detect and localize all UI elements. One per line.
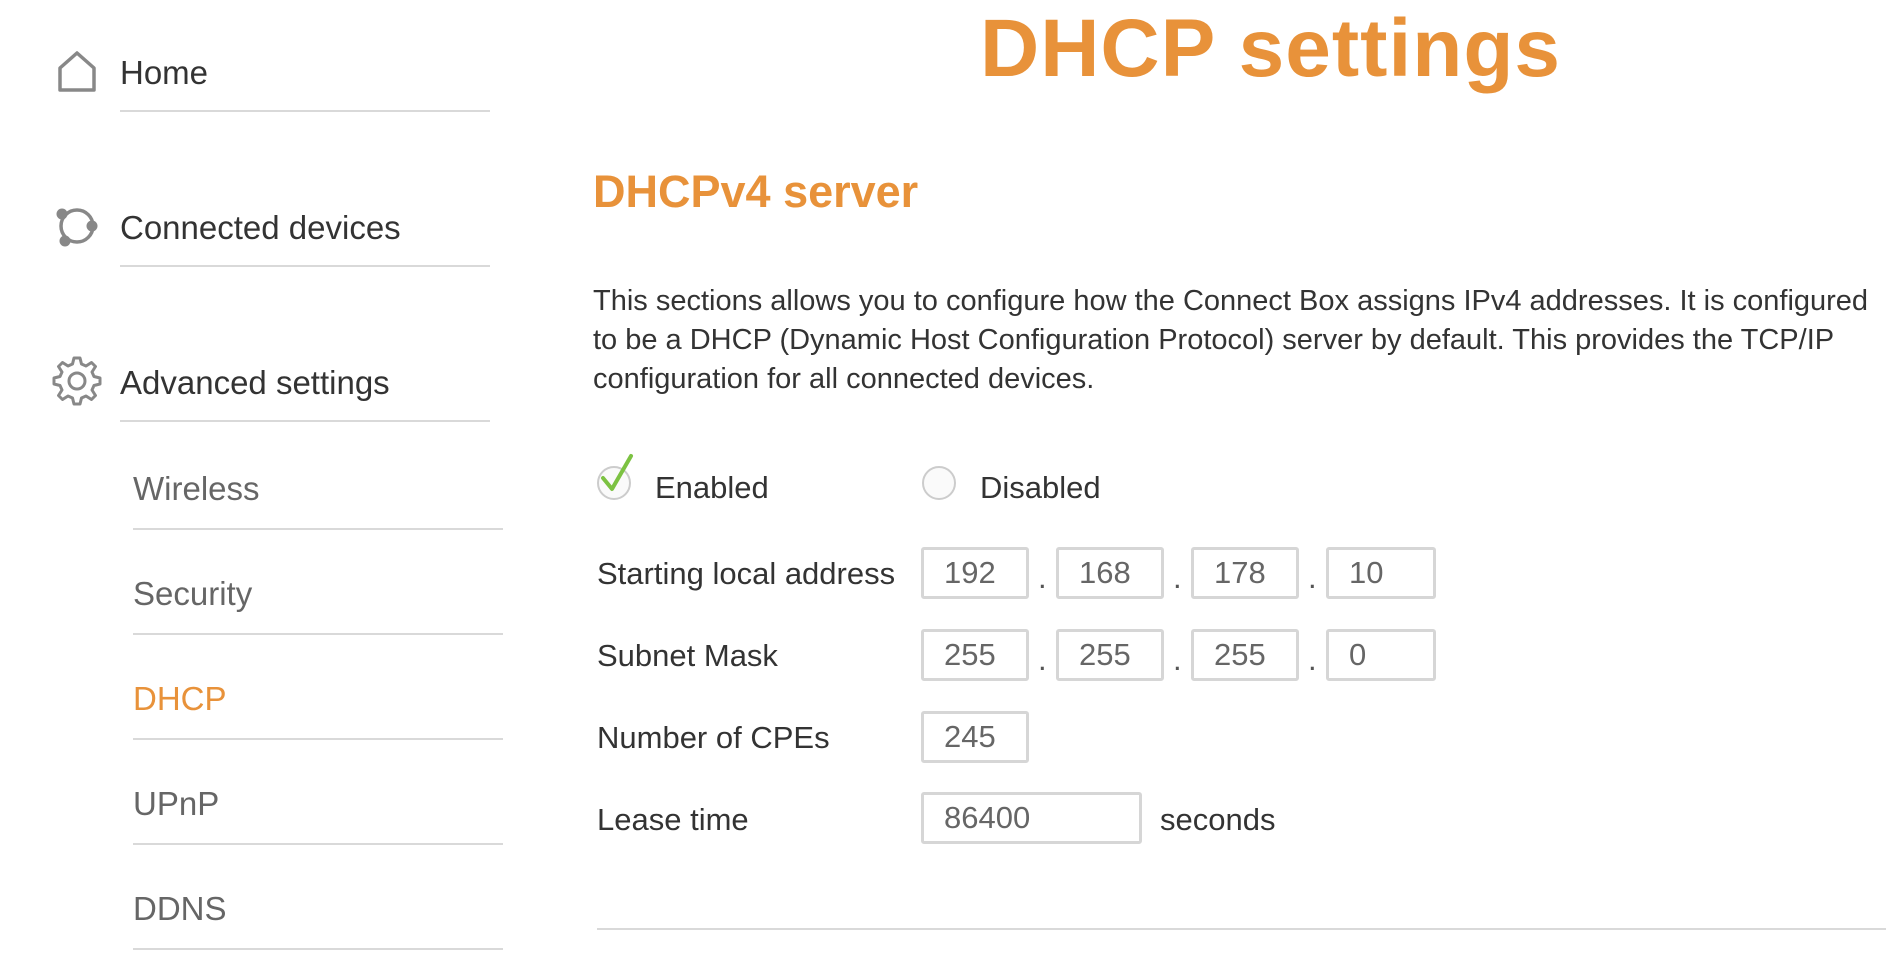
page-title: DHCP settings: [980, 3, 1562, 94]
connected-devices-icon: [52, 201, 102, 251]
sidebar-item-dhcp[interactable]: DHCP: [133, 680, 503, 740]
sidebar-item-security[interactable]: Security: [133, 575, 503, 635]
home-icon: [52, 46, 102, 96]
subnet-mask-octet-4[interactable]: [1326, 629, 1436, 681]
section-description: This sections allows you to configure ho…: [593, 285, 1869, 395]
subnet-mask-octet-2[interactable]: [1056, 629, 1164, 681]
starting-address-octet-1[interactable]: [921, 547, 1029, 599]
sidebar-item-upnp[interactable]: UPnP: [133, 785, 503, 845]
sidebar-nav: Home Connected devices Advanced settings…: [0, 0, 560, 962]
cpes-input[interactable]: [921, 711, 1029, 763]
octet-separator: .: [1173, 560, 1182, 595]
octet-separator: .: [1308, 642, 1317, 677]
starting-address-label: Starting local address: [597, 556, 896, 591]
section-divider: [597, 928, 1886, 930]
section-title: DHCPv4 server: [593, 166, 919, 217]
sidebar-item-label: Advanced settings: [120, 364, 390, 401]
sidebar-item-wireless[interactable]: Wireless: [133, 470, 503, 530]
sidebar-item-advanced-settings[interactable]: Advanced settings: [52, 356, 490, 422]
disabled-label: Disabled: [980, 470, 1101, 505]
sidebar-item-label: Security: [133, 575, 253, 612]
sidebar-item-connected-devices[interactable]: Connected devices: [56, 205, 490, 267]
subnet-mask-octet-3[interactable]: [1191, 629, 1299, 681]
subnet-mask-label: Subnet Mask: [597, 638, 778, 673]
cpes-label: Number of CPEs: [597, 720, 830, 755]
sidebar-item-label: Home: [120, 54, 209, 91]
gear-icon: [52, 356, 102, 406]
octet-separator: .: [1308, 560, 1317, 595]
checkmark-icon: [597, 452, 637, 500]
octet-separator: .: [1173, 642, 1182, 677]
subnet-mask-octet-1[interactable]: [921, 629, 1029, 681]
sidebar-item-label: UPnP: [133, 785, 220, 822]
sidebar-item-label: Connected devices: [120, 209, 401, 246]
lease-time-unit: seconds: [1160, 802, 1276, 837]
sidebar-item-label: Wireless: [133, 470, 260, 507]
starting-address-octet-2[interactable]: [1056, 547, 1164, 599]
starting-address-octet-3[interactable]: [1191, 547, 1299, 599]
sidebar-item-label: DDNS: [133, 890, 227, 927]
radio-circle: [922, 466, 956, 500]
octet-separator: .: [1038, 642, 1047, 677]
sidebar-item-home[interactable]: Home: [58, 50, 490, 112]
sidebar-item-ddns[interactable]: DDNS: [133, 890, 503, 950]
lease-time-label: Lease time: [597, 802, 749, 837]
enabled-radio[interactable]: Enabled: [597, 454, 797, 510]
disabled-radio[interactable]: Disabled: [922, 460, 1122, 510]
lease-time-input[interactable]: [921, 792, 1142, 844]
enabled-label: Enabled: [655, 470, 769, 505]
octet-separator: .: [1038, 560, 1047, 595]
starting-address-octet-4[interactable]: [1326, 547, 1436, 599]
sidebar-item-label: DHCP: [133, 680, 227, 717]
